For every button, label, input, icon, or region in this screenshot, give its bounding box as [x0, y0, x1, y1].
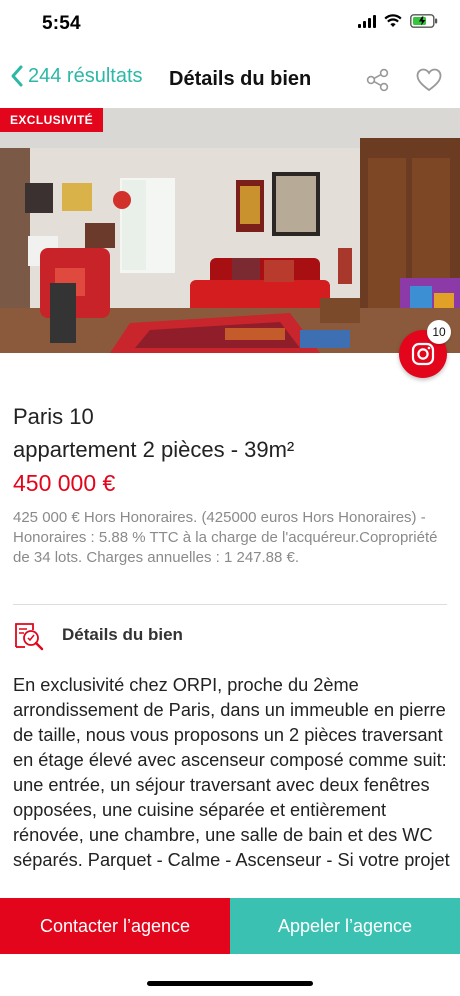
status-time: 5:54 [42, 13, 81, 34]
back-button[interactable]: 244 résultats [10, 64, 143, 88]
favorite-button[interactable] [416, 68, 442, 97]
living-room-photo [0, 108, 460, 353]
divider [13, 604, 447, 605]
exclusivity-badge: EXCLUSIVITÉ [0, 108, 104, 132]
listing-price: 450 000 € [13, 470, 116, 496]
signal-icon [358, 14, 376, 28]
listing-city: Paris 10 [13, 404, 94, 429]
heart-icon [416, 68, 442, 92]
share-icon [366, 68, 389, 92]
chevron-left-icon [11, 65, 23, 87]
battery-charging-icon [410, 14, 438, 28]
status-icons [358, 14, 438, 28]
listing-subtitle: appartement 2 pièces - 39m² [13, 437, 295, 462]
home-indicator[interactable] [147, 981, 313, 986]
bottom-action-bar: Contacter l’agence Appeler l’agence [0, 898, 460, 954]
back-label[interactable]: 244 résultats [28, 65, 143, 88]
property-photo[interactable] [0, 108, 460, 353]
details-heading: Détails du bien [62, 625, 183, 644]
status-bar: 5:54 [0, 0, 460, 50]
contact-agency-button[interactable]: Contacter l’agence [0, 898, 230, 954]
page-title: Détails du bien [169, 68, 312, 90]
wifi-icon [384, 14, 402, 27]
property-search-icon [15, 623, 44, 651]
listing-fees: 425 000 € Hors Honoraires. (425000 euros… [13, 509, 438, 566]
call-agency-button[interactable]: Appeler l’agence [230, 898, 460, 954]
camera-icon [411, 342, 435, 366]
navigation-bar: 244 résultats Détails du bien [0, 50, 460, 108]
details-section-header: Détails du bien [13, 620, 453, 652]
share-button[interactable] [366, 68, 390, 97]
property-description: En exclusivité chez ORPI, proche du 2ème… [13, 675, 450, 870]
photo-count-badge: 10 [427, 320, 451, 344]
